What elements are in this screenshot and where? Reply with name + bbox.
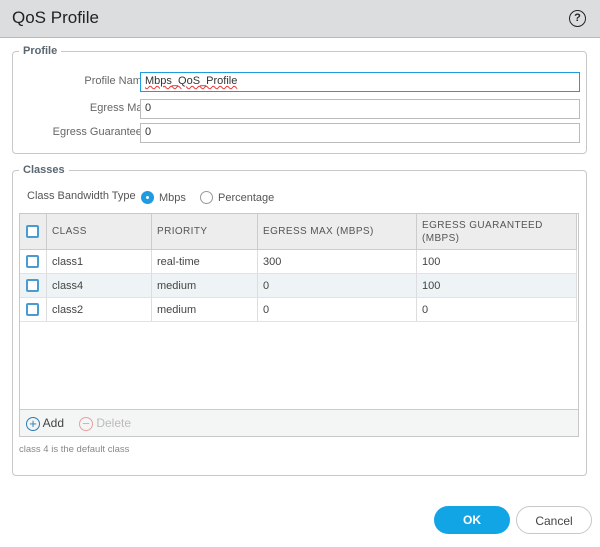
radio-mbps[interactable] [141, 191, 154, 204]
add-button[interactable]: + Add [26, 416, 64, 431]
profile-name-input[interactable]: Mbps_QoS_Profile [140, 72, 580, 92]
cell-priority: medium [152, 274, 258, 297]
cell-egress-guaranteed: 100 [417, 274, 577, 297]
column-header-class[interactable]: CLASS [47, 214, 152, 249]
egress-max-input[interactable]: 0 [140, 99, 580, 119]
ok-button[interactable]: OK [434, 506, 510, 534]
cell-egress-max: 0 [258, 274, 417, 297]
minus-icon: − [79, 416, 93, 431]
table-row[interactable]: class2 medium 0 0 [20, 298, 577, 322]
table-toolbar: + Add − Delete [20, 409, 578, 436]
table-row[interactable]: class1 real-time 300 100 [20, 250, 577, 274]
select-all-checkbox[interactable] [26, 225, 39, 238]
row-select-cell [20, 250, 47, 273]
radio-percentage[interactable] [200, 191, 213, 204]
dialog-title: QoS Profile [12, 8, 99, 27]
profile-legend: Profile [23, 45, 58, 57]
default-class-note: class 4 is the default class [19, 444, 130, 455]
cell-egress-max: 300 [258, 250, 417, 273]
cell-class: class4 [47, 274, 152, 297]
delete-label: Delete [96, 416, 132, 430]
cell-egress-max: 0 [258, 298, 417, 321]
row-select-cell [20, 298, 47, 321]
dialog-header: QoS Profile ? [0, 0, 600, 38]
radio-percentage-label: Percentage [218, 192, 275, 204]
add-label: Add [42, 416, 65, 430]
cell-egress-guaranteed: 100 [417, 250, 577, 273]
column-header-priority[interactable]: PRIORITY [152, 214, 258, 249]
delete-button[interactable]: − Delete [79, 416, 131, 431]
egress-guaranteed-input[interactable]: 0 [140, 123, 580, 143]
radio-mbps-label: Mbps [159, 192, 186, 204]
row-checkbox[interactable] [26, 303, 39, 316]
profile-name-label: Profile Name [84, 75, 148, 87]
table-header: CLASS PRIORITY EGRESS MAX (MBPS) EGRESS … [20, 214, 577, 250]
plus-icon: + [26, 416, 40, 431]
egress-guaranteed-label: Egress Guaranteed [52, 126, 148, 138]
cancel-button[interactable]: Cancel [516, 506, 592, 534]
row-checkbox[interactable] [26, 279, 39, 292]
row-select-cell [20, 274, 47, 297]
classes-table: CLASS PRIORITY EGRESS MAX (MBPS) EGRESS … [19, 213, 579, 437]
table-row[interactable]: class4 medium 0 100 [20, 274, 577, 298]
help-icon[interactable]: ? [569, 10, 586, 27]
row-checkbox[interactable] [26, 255, 39, 268]
cell-priority: medium [152, 298, 258, 321]
bandwidth-type-label: Class Bandwidth Type [27, 190, 136, 202]
profile-name-value: Mbps_QoS_Profile [145, 75, 238, 87]
cell-priority: real-time [152, 250, 258, 273]
cell-class: class2 [47, 298, 152, 321]
select-all-cell [20, 214, 47, 249]
cell-class: class1 [47, 250, 152, 273]
column-header-egress-guaranteed[interactable]: EGRESS GUARANTEED (MBPS) [417, 214, 577, 249]
classes-legend: Classes [23, 164, 65, 176]
column-header-egress-max[interactable]: EGRESS MAX (MBPS) [258, 214, 417, 249]
cell-egress-guaranteed: 0 [417, 298, 577, 321]
